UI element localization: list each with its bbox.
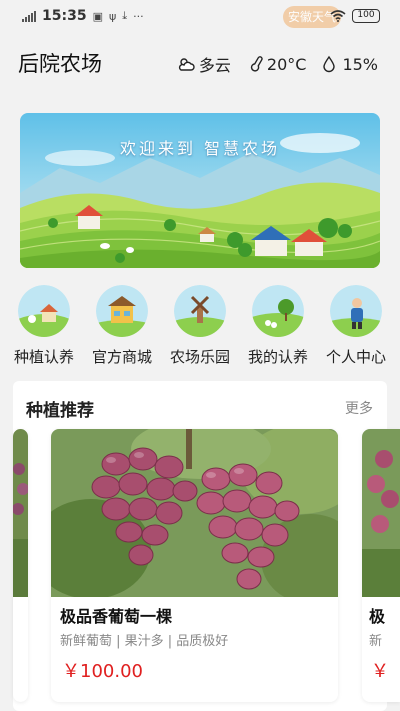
weather-temperature: 20°C: [266, 54, 307, 74]
wifi-icon: [330, 10, 346, 22]
status-time: 15:35: [42, 8, 87, 24]
page-title: 后院农场: [18, 52, 102, 76]
menu-label: 种植认养: [13, 348, 74, 366]
product-card-next[interactable]: 极 新 ￥: [362, 429, 400, 702]
product-tags: 新鲜葡萄 | 果汁多 | 品质极好: [60, 634, 229, 649]
product-name: 极品香葡萄一棵: [60, 607, 173, 626]
planting-adopt-icon: [18, 285, 70, 337]
product-price: ￥100.00: [62, 661, 143, 682]
thermometer-icon: [250, 56, 263, 72]
more-dots-icon: ···: [133, 9, 144, 23]
farm-park-icon: [174, 285, 226, 337]
my-adoption-icon: [252, 285, 304, 337]
menu-item-personal-center[interactable]: 个人中心: [316, 285, 396, 367]
grape-product-image: [51, 429, 338, 597]
menu-item-my-adoption[interactable]: 我的认养: [238, 285, 318, 367]
weather-humidity: 15%: [342, 54, 378, 74]
download-icon: ⤓: [122, 9, 128, 22]
section-title: 种植推荐: [26, 401, 94, 421]
menu-label: 个人中心: [325, 348, 386, 366]
menu-label: 官方商城: [91, 348, 152, 366]
official-mall-icon: [96, 285, 148, 337]
battery-icon: 100: [352, 9, 380, 23]
menu-item-farm-park[interactable]: 农场乐园: [160, 285, 240, 367]
main-menu: 种植认养 官方商城 农场乐园 我的认养 个人中心: [0, 285, 400, 370]
product-image: [362, 429, 400, 597]
cloudy-icon: [178, 58, 195, 71]
app-header: 后院农场 多云 20°C 15%: [0, 34, 400, 90]
welcome-banner[interactable]: 欢迎来到 智慧农场: [20, 113, 380, 268]
usb-icon: ψ: [108, 9, 117, 23]
signal-icon: [22, 10, 36, 22]
menu-item-planting-adopt[interactable]: 种植认养: [4, 285, 84, 367]
product-image: [13, 429, 28, 597]
product-price: ￥: [371, 661, 389, 682]
notification-icon: ▣: [92, 9, 103, 23]
humidity-drop-icon: [323, 55, 336, 73]
menu-item-official-mall[interactable]: 官方商城: [82, 285, 162, 367]
banner-welcome-text: 欢迎来到 智慧农场: [119, 139, 281, 158]
product-card-previous[interactable]: [13, 429, 28, 702]
product-tags: 新: [369, 634, 383, 649]
menu-label: 我的认养: [247, 348, 308, 366]
menu-label: 农场乐园: [169, 348, 230, 366]
more-link[interactable]: 更多: [345, 398, 373, 418]
product-name: 极: [369, 607, 386, 626]
status-bar: 15:35 ▣ ψ ⤓ ··· 安徽天气 100: [0, 0, 400, 34]
personal-center-icon: [330, 285, 382, 337]
weather-condition: 多云: [198, 56, 231, 75]
weather-bar: 多云 20°C 15%: [177, 52, 378, 76]
product-card[interactable]: 极品香葡萄一棵 新鲜葡萄 | 果汁多 | 品质极好 ￥100.00: [51, 429, 338, 702]
